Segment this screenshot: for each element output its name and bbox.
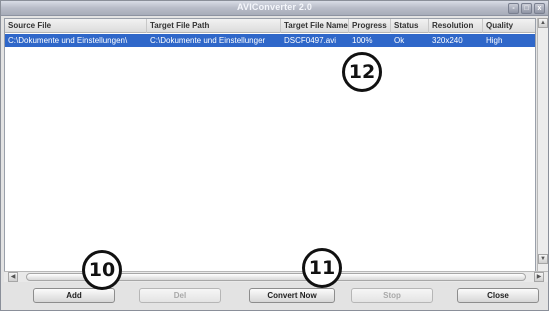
cell-target-file-name: DSCF0497.avi <box>284 36 337 45</box>
stop-button[interactable]: Stop <box>351 288 433 303</box>
header-source-file[interactable]: Source File <box>5 19 147 33</box>
cell-resolution: 320x240 <box>432 36 463 45</box>
scroll-up-icon[interactable]: ▲ <box>538 18 548 28</box>
header-quality[interactable]: Quality <box>483 19 535 33</box>
cell-source-file: C:\Dokumente und Einstellungen\ <box>8 36 128 45</box>
maximize-icon[interactable]: □ <box>521 3 532 14</box>
cell-target-file-path: C:\Dokumente und Einstellunger <box>150 36 266 45</box>
del-button[interactable]: Del <box>139 288 221 303</box>
header-status[interactable]: Status <box>391 19 429 33</box>
close-window-icon[interactable]: x <box>534 3 545 14</box>
table-header-row: Source File Target File Path Target File… <box>5 19 535 33</box>
scroll-down-icon[interactable]: ▼ <box>538 254 548 264</box>
cell-quality: High <box>486 36 503 45</box>
window-title: AVIConverter 2.0 <box>236 2 313 12</box>
callout-12: 12 <box>342 52 382 92</box>
close-button[interactable]: Close <box>457 288 539 303</box>
vertical-scrollbar[interactable]: ▲ ▼ <box>537 18 548 276</box>
table-row[interactable]: C:\Dokumente und Einstellungen\ C:\Dokum… <box>5 34 535 47</box>
callout-11: 11 <box>302 248 342 288</box>
conversion-table: Source File Target File Path Target File… <box>4 18 536 276</box>
window-controls: - □ x <box>508 3 545 14</box>
minimize-icon[interactable]: - <box>508 3 519 14</box>
header-progress[interactable]: Progress <box>349 19 391 33</box>
header-target-file-path[interactable]: Target File Path <box>147 19 281 33</box>
scroll-right-icon[interactable]: ▶ <box>534 272 544 282</box>
header-target-file-name[interactable]: Target File Name <box>281 19 349 33</box>
header-resolution[interactable]: Resolution <box>429 19 483 33</box>
cell-progress: 100% <box>352 36 373 45</box>
add-button[interactable]: Add <box>33 288 115 303</box>
convert-now-button[interactable]: Convert Now <box>249 288 335 303</box>
scroll-left-icon[interactable]: ◀ <box>8 272 18 282</box>
cell-status: Ok <box>394 36 405 45</box>
callout-10: 10 <box>82 250 122 290</box>
title-bar[interactable]: AVIConverter 2.0 - □ x <box>1 1 548 16</box>
